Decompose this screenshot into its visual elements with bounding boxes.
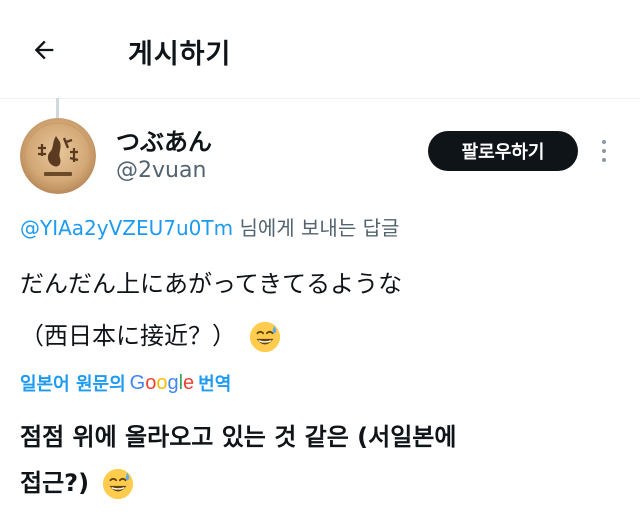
thread-connector <box>56 98 59 118</box>
translate-link[interactable]: 일본어 원문의 Google 번역 <box>20 370 231 396</box>
google-letter: g <box>167 371 179 394</box>
google-letter: o <box>156 371 168 394</box>
translated-text-line-content: 접근?) <box>20 469 90 497</box>
reply-context: @YIAa2yVZEU7u0Tm 님에게 보내는 답글 <box>20 212 399 241</box>
more-options-button[interactable] <box>594 134 614 168</box>
display-name[interactable]: つぶあん <box>116 122 212 157</box>
translate-prefix: 일본어 원문의 <box>20 374 126 395</box>
post-text: だんだん上にあがってきてるような （西日本に接近？） <box>20 258 620 362</box>
top-bar: 게시하기 <box>0 0 640 99</box>
google-letter: o <box>145 371 157 394</box>
round-wooden-stamp-avatar <box>20 118 96 194</box>
reply-mention-link[interactable]: @YIAa2yVZEU7u0Tm <box>20 216 233 240</box>
translated-text-line: 접근?) <box>20 460 620 506</box>
reply-suffix: 님에게 보내는 답글 <box>233 216 400 240</box>
arrow-left-icon <box>34 40 54 60</box>
google-letter: e <box>183 371 195 394</box>
translate-suffix: 번역 <box>198 374 232 395</box>
post-detail-page: 게시하기 つぶあん @2vuan 팔로우하기 @YIAa2yVZEU7u0Tm … <box>0 0 640 514</box>
more-vertical-icon <box>602 149 606 153</box>
more-vertical-icon <box>602 158 606 162</box>
post-text-line: だんだん上にあがってきてるような <box>20 270 403 298</box>
post-text-line: （西日本に接近？） <box>20 310 620 362</box>
post-text-line-content: （西日本に接近？） <box>20 322 236 350</box>
translated-text: 점점 위에 올라오고 있는 것 같은 (서일본에 접근?) <box>20 414 620 506</box>
page-title: 게시하기 <box>128 39 232 70</box>
google-logo: Google <box>130 372 195 395</box>
google-letter: G <box>129 371 146 394</box>
back-button[interactable] <box>24 30 64 70</box>
sweat-smile-emoji <box>103 468 134 500</box>
user-handle[interactable]: @2vuan <box>116 158 206 183</box>
more-vertical-icon <box>602 140 606 144</box>
translated-text-line: 점점 위에 올라오고 있는 것 같은 (서일본에 <box>20 423 457 451</box>
sweat-smile-emoji <box>249 321 280 353</box>
avatar[interactable] <box>20 118 96 194</box>
follow-button[interactable]: 팔로우하기 <box>428 131 578 171</box>
